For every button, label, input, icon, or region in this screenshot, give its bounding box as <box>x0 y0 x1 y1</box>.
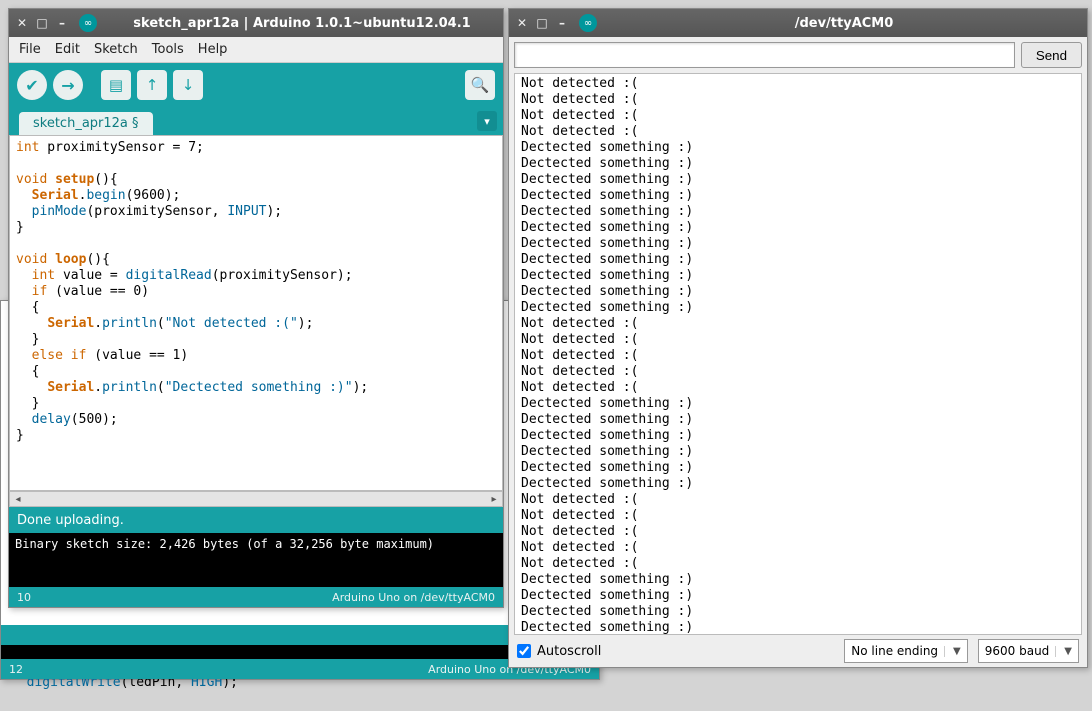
board-status: Arduino Uno on /dev/ttyACM0 <box>332 591 495 604</box>
verify-button[interactable]: ✔ <box>17 70 47 100</box>
sketch-tab[interactable]: sketch_apr12a § <box>19 112 153 135</box>
close-icon[interactable]: ✕ <box>15 16 29 30</box>
menu-edit[interactable]: Edit <box>55 42 80 57</box>
ide-window: ✕ □ – ∞ sketch_apr12a | Arduino 1.0.1~ub… <box>8 8 504 608</box>
bg-line-number: 12 <box>9 663 23 676</box>
maximize-icon[interactable]: □ <box>35 16 49 30</box>
serial-output[interactable]: Not detected :( Not detected :( Not dete… <box>514 73 1082 635</box>
new-button[interactable]: ▤ <box>101 70 131 100</box>
ide-tabbar: sketch_apr12a § ▾ <box>9 107 503 135</box>
scroll-left-icon[interactable]: ◂ <box>10 492 26 506</box>
chevron-down-icon: ▼ <box>944 646 961 657</box>
minimize-icon[interactable]: – <box>55 16 69 30</box>
scroll-right-icon[interactable]: ▸ <box>486 492 502 506</box>
menu-help[interactable]: Help <box>198 42 228 57</box>
arduino-logo-icon: ∞ <box>79 14 97 32</box>
serial-monitor-button[interactable]: 🔍 <box>465 70 495 100</box>
upload-button[interactable]: → <box>53 70 83 100</box>
status-message: Done uploading. <box>9 507 503 533</box>
close-icon[interactable]: ✕ <box>515 16 529 30</box>
console-output[interactable]: Binary sketch size: 2,426 bytes (of a 32… <box>9 533 503 587</box>
ide-statusbar: 10 Arduino Uno on /dev/ttyACM0 <box>9 587 503 607</box>
serial-input-row: Send <box>509 37 1087 73</box>
serial-input[interactable] <box>514 42 1015 68</box>
arduino-logo-icon: ∞ <box>579 14 597 32</box>
autoscroll-checkbox[interactable]: Autoscroll <box>517 644 601 659</box>
menu-tools[interactable]: Tools <box>152 42 184 57</box>
line-ending-select[interactable]: No line ending▼ <box>844 639 967 663</box>
ide-toolbar: ✔ → ▤ ↑ ↓ 🔍 <box>9 63 503 107</box>
ide-menubar: File Edit Sketch Tools Help <box>9 37 503 63</box>
serial-toolbar: Autoscroll No line ending▼ 9600 baud▼ <box>509 635 1087 667</box>
ide-title: sketch_apr12a | Arduino 1.0.1~ubuntu12.0… <box>107 16 497 31</box>
save-button[interactable]: ↓ <box>173 70 203 100</box>
baud-select[interactable]: 9600 baud▼ <box>978 639 1079 663</box>
maximize-icon[interactable]: □ <box>535 16 549 30</box>
serial-titlebar[interactable]: ✕ □ – ∞ /dev/ttyACM0 <box>509 9 1087 37</box>
open-button[interactable]: ↑ <box>137 70 167 100</box>
serial-window: ✕ □ – ∞ /dev/ttyACM0 Send Not detected :… <box>508 8 1088 668</box>
tab-menu-button[interactable]: ▾ <box>477 111 497 131</box>
ide-titlebar[interactable]: ✕ □ – ∞ sketch_apr12a | Arduino 1.0.1~ub… <box>9 9 503 37</box>
chevron-down-icon: ▼ <box>1055 646 1072 657</box>
horizontal-scrollbar[interactable]: ◂ ▸ <box>9 491 503 507</box>
send-button[interactable]: Send <box>1021 42 1082 68</box>
menu-sketch[interactable]: Sketch <box>94 42 138 57</box>
code-editor[interactable]: int proximitySensor = 7; void setup(){ S… <box>9 135 503 491</box>
minimize-icon[interactable]: – <box>555 16 569 30</box>
line-number: 10 <box>17 591 31 604</box>
serial-title: /dev/ttyACM0 <box>607 16 1081 31</box>
menu-file[interactable]: File <box>19 42 41 57</box>
